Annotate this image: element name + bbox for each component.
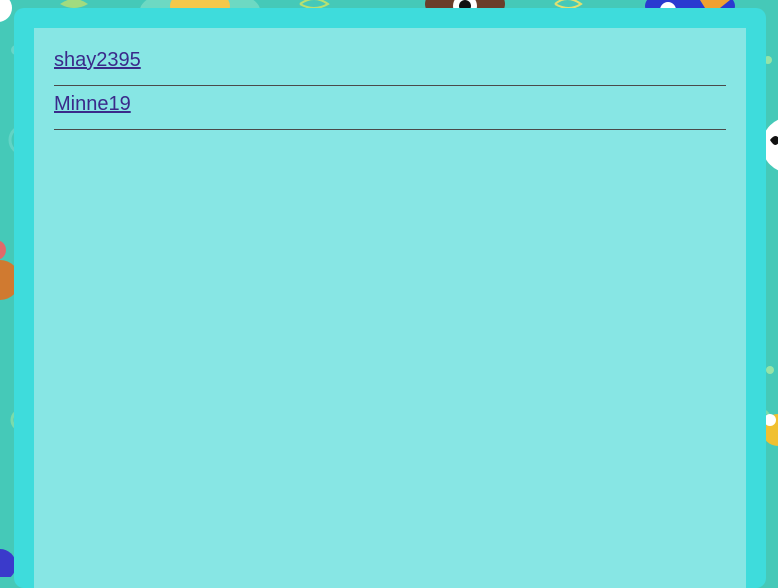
user-link-shay2395[interactable]: shay2395 [54,49,141,71]
user-list: shay2395 Minne19 [54,42,726,130]
user-link-minne19[interactable]: Minne19 [54,93,131,115]
list-item: Minne19 [54,86,726,130]
content-panel: shay2395 Minne19 [34,28,746,588]
list-item: shay2395 [54,42,726,86]
